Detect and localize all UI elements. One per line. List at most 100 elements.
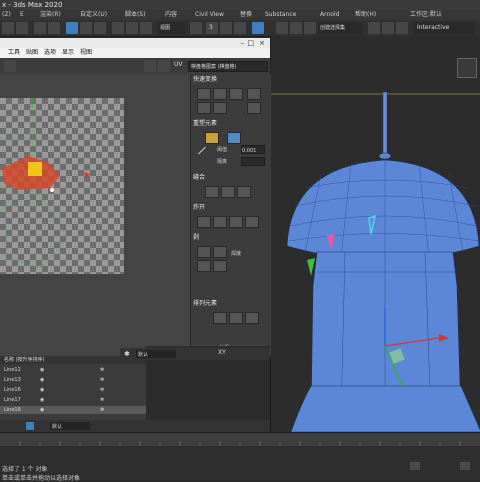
eye-icon[interactable]: ◉ [40, 386, 44, 394]
flatten-icon[interactable] [229, 216, 243, 228]
select-icon[interactable] [66, 22, 78, 34]
menu-item-8[interactable]: Substance [265, 10, 296, 20]
table-row[interactable]: Line12 ◉ ✻ [0, 366, 146, 374]
align-icon[interactable] [197, 88, 211, 100]
menu-item-1[interactable]: E [20, 10, 24, 20]
eye-icon[interactable]: ◉ [40, 406, 44, 414]
layer-manager-icon[interactable] [26, 422, 34, 430]
mirror-icon[interactable] [252, 22, 264, 34]
uv-mirror-icon[interactable] [144, 60, 156, 72]
redo-icon[interactable] [16, 22, 28, 34]
uv-move-icon[interactable] [4, 60, 16, 72]
maximize-viewport-icon[interactable] [410, 462, 420, 470]
section-arrange[interactable]: 排列元素 [193, 300, 269, 308]
section-reshape[interactable]: 重塑元素 [193, 120, 269, 128]
workspace-label[interactable]: 工作区:默认 [410, 10, 442, 20]
stitch-custom-icon[interactable] [237, 186, 251, 198]
section-explode[interactable]: 炸开 [193, 204, 269, 212]
linear-align-icon[interactable] [213, 88, 227, 100]
quick-peel-icon[interactable] [197, 246, 211, 258]
unpin-icon[interactable] [213, 260, 227, 272]
rotate-icon[interactable] [126, 22, 138, 34]
menu-item-9[interactable]: Arnold [320, 10, 339, 20]
threshold-field[interactable]: 0.001 [241, 145, 265, 154]
uv-canvas[interactable] [0, 98, 124, 274]
percent-snap-icon[interactable] [234, 22, 246, 34]
table-row[interactable]: Line17 ◉ ✻ [0, 396, 146, 404]
timeline[interactable] [0, 432, 480, 447]
straighten-tool-icon[interactable] [205, 132, 219, 144]
eye-icon[interactable]: ◉ [40, 396, 44, 404]
material-editor-icon[interactable] [368, 22, 380, 34]
link-icon[interactable] [34, 22, 46, 34]
minimize-icon[interactable]: – [241, 38, 245, 48]
arrange-settings-icon[interactable] [245, 312, 259, 324]
rect-select-icon[interactable] [94, 22, 106, 34]
menu-item-6[interactable]: Civil View [195, 10, 224, 20]
menu-item-4[interactable]: 脚本(S) [125, 10, 146, 20]
asterisk-icon[interactable]: ✱ [124, 350, 130, 358]
freeze-icon[interactable]: ✻ [100, 376, 104, 384]
pack-icon[interactable] [213, 312, 227, 324]
uv-menu-display[interactable]: 显示 [62, 48, 74, 58]
rotate-uv-icon[interactable] [247, 102, 261, 114]
separate-field[interactable] [241, 157, 265, 166]
close-icon[interactable]: × [259, 38, 265, 48]
uv-menu-map[interactable]: 贴图 [26, 48, 38, 58]
pivot-icon[interactable] [247, 88, 261, 100]
angle-snap-icon[interactable] [220, 22, 232, 34]
detach-icon[interactable] [213, 216, 227, 228]
weld-icon[interactable] [245, 216, 259, 228]
menu-item-5[interactable]: 内容 [165, 10, 177, 20]
uv-menu-options[interactable]: 选项 [44, 48, 56, 58]
scale-icon[interactable] [140, 22, 152, 34]
render-setup-icon[interactable] [382, 22, 394, 34]
select-by-name-icon[interactable] [80, 22, 92, 34]
freeze-icon[interactable]: ✻ [100, 366, 104, 374]
break-icon[interactable] [197, 216, 211, 228]
uv-flip-icon[interactable] [158, 60, 170, 72]
uv-menu-view[interactable]: 视图 [80, 48, 92, 58]
freeze-icon[interactable]: ✻ [100, 396, 104, 404]
eye-icon[interactable]: ◉ [40, 376, 44, 384]
pivot-icon[interactable] [190, 22, 202, 34]
viewcube[interactable] [457, 58, 477, 78]
section-quick-transform[interactable]: 快速变换 [193, 76, 269, 84]
menu-item-0[interactable]: (Z) [2, 10, 11, 20]
table-row[interactable]: Line13 ◉ ✻ [0, 376, 146, 384]
perspective-viewport[interactable] [270, 36, 480, 433]
orbit-icon[interactable] [460, 462, 470, 470]
stitch-target-icon[interactable] [221, 186, 235, 198]
layer-icon[interactable] [290, 22, 302, 34]
selection-set-dropdown[interactable]: 创建选择集 [318, 22, 362, 34]
menu-item-3[interactable]: 自定义(U) [80, 10, 107, 20]
relax-tool-icon[interactable] [227, 132, 241, 144]
menu-item-7[interactable]: 替换 [240, 10, 252, 20]
undo-icon[interactable] [2, 22, 14, 34]
pinch-icon[interactable] [198, 146, 206, 155]
relax-icon[interactable] [213, 102, 227, 114]
rescale-icon[interactable] [229, 312, 243, 324]
align-icon[interactable] [276, 22, 288, 34]
table-row[interactable]: Line16 ◉ ✻ [0, 386, 146, 394]
eye-icon[interactable]: ◉ [40, 366, 44, 374]
layer-dropdown[interactable]: 默认 [136, 350, 176, 358]
menu-item-2[interactable]: 渲染(R) [40, 10, 61, 20]
stitch-source-icon[interactable] [205, 186, 219, 198]
snap-icon[interactable]: 3 [206, 22, 218, 34]
maximize-icon[interactable]: □ [247, 38, 254, 48]
freeze-icon[interactable]: ✻ [100, 386, 104, 394]
pin-icon[interactable] [197, 260, 211, 272]
curve-editor-icon[interactable] [304, 22, 316, 34]
straighten-icon[interactable] [197, 102, 211, 114]
menu-item-10[interactable]: 帮助(H) [355, 10, 376, 20]
xy-label[interactable]: XY [218, 349, 226, 356]
uv-menu-tools[interactable]: 工具 [8, 48, 20, 58]
interactive-dropdown[interactable]: Interactive [414, 22, 474, 34]
section-stitch[interactable]: 缝合 [193, 174, 269, 182]
unlink-icon[interactable] [48, 22, 60, 34]
checker-map-dropdown[interactable]: 棋盘格图案 (棋盘格) [188, 61, 268, 72]
spacing-icon[interactable] [229, 88, 243, 100]
section-peel[interactable]: 剥 [193, 234, 269, 242]
table-row-selected[interactable]: Line18 ◉ ✻ [0, 406, 146, 414]
